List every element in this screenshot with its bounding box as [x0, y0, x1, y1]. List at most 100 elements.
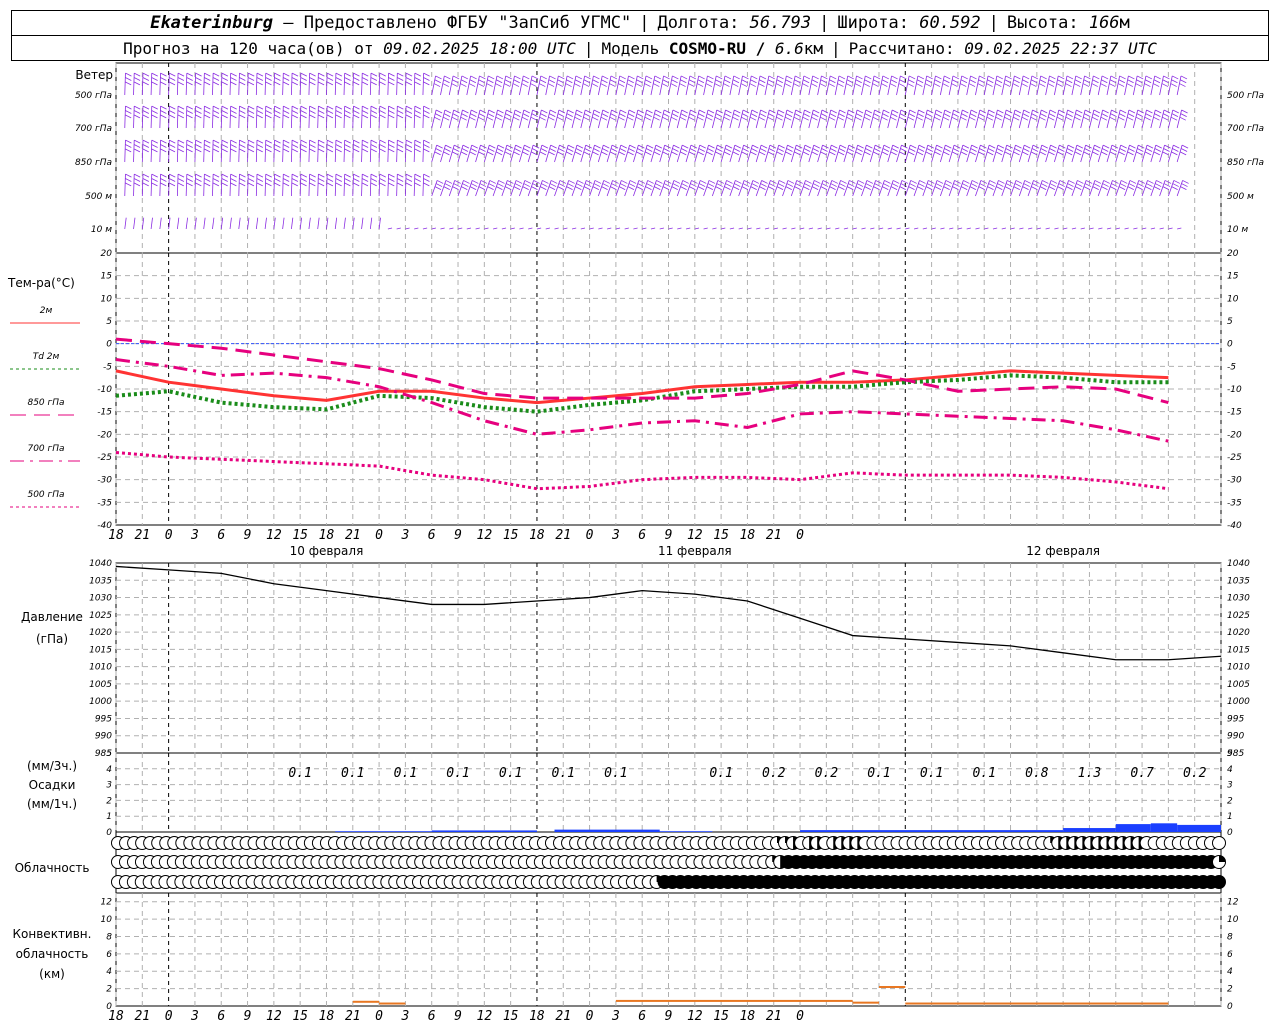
wind-barb-shaft: [238, 73, 240, 96]
wind-barb-feather: [370, 72, 378, 77]
wind-barb-feather: [969, 186, 977, 191]
wind-barb-shaft: [229, 106, 232, 129]
wind-barb-feather: [699, 109, 706, 114]
wind-barb-feather: [603, 180, 610, 184]
wind-barb-feather: [1067, 183, 1074, 187]
wind-barb: [168, 72, 176, 96]
wind-barb-shaft: [159, 174, 161, 197]
wind-barb-feather: [803, 75, 811, 80]
wind-barb-feather: [462, 109, 469, 114]
wind-barb-feather: [987, 148, 995, 152]
wind-barb-feather: [379, 72, 386, 77]
wind-barb-feather: [177, 114, 184, 119]
wind-barb-feather: [655, 183, 662, 187]
wind-barb-feather: [969, 151, 976, 156]
wind-barb: [413, 105, 422, 129]
wind-barb-feather: [978, 186, 985, 191]
wind-barb-shaft: [677, 227, 682, 230]
wind-barb-feather: [1041, 183, 1048, 187]
wind-barb-feather: [256, 72, 264, 77]
temp-ytick-left: -20: [97, 430, 112, 440]
wind-barb: [299, 105, 308, 129]
wind-barb-feather: [195, 178, 202, 182]
conv-ytick-right: 6: [1227, 950, 1233, 960]
wind-barb: [290, 139, 299, 163]
wind-barb-feather: [531, 75, 539, 80]
wind-barb-feather: [830, 75, 837, 80]
x-tick-label-bottom: 3: [611, 1009, 620, 1024]
wind-barb-feather: [488, 75, 495, 80]
wind-barb-feather: [1137, 109, 1144, 114]
precip-amount-label: 0.2: [762, 766, 786, 781]
wind-barb-feather: [582, 83, 590, 87]
wind-barb-feather: [405, 114, 412, 119]
wind-barb-feather: [1128, 109, 1136, 114]
x-tick-label-bottom: 18: [319, 1009, 335, 1024]
wind-barb-feather: [1163, 109, 1171, 114]
wind-barb: [835, 227, 840, 230]
wind-barb-feather: [1084, 113, 1091, 117]
wind-barb-feather: [777, 148, 784, 152]
wind-barb-feather: [681, 148, 688, 152]
wind-barb-feather: [654, 75, 661, 80]
wind-barb-shaft: [203, 217, 206, 230]
wind-barb-feather: [655, 109, 662, 114]
x-tick-label: 0: [586, 528, 594, 543]
wind-barb-feather: [566, 186, 573, 191]
wind-barb-shaft: [624, 227, 629, 230]
wind-level-label: 700 гПа: [75, 124, 112, 134]
wind-barb-feather: [1153, 79, 1161, 84]
wind-barb-feather: [326, 114, 334, 119]
wind-barb-feather: [396, 81, 404, 86]
wind-barb-feather: [777, 183, 785, 187]
x-tick-label-bottom: 9: [454, 1009, 462, 1024]
wind-barb-feather: [575, 75, 583, 80]
conv-ytick-right: 0: [1227, 1002, 1233, 1012]
conv-unit: (км): [39, 967, 65, 981]
wind-barb-feather: [1083, 116, 1090, 121]
wind-barb-feather: [935, 148, 942, 152]
wind-barb-feather: [872, 83, 879, 87]
wind-barb-feather: [1181, 109, 1188, 114]
wind-barb-feather: [733, 75, 740, 80]
wind-barb: [703, 75, 714, 96]
wind-barb-feather: [909, 109, 916, 114]
wind-barb: [255, 173, 264, 197]
wind-barb-feather: [593, 183, 601, 187]
wind-barb-feather: [212, 110, 220, 114]
wind-barb-feather: [1118, 186, 1126, 191]
wind-barb: [141, 173, 150, 197]
wind-barb-feather: [1066, 113, 1073, 117]
wind-barb-feather: [918, 109, 925, 114]
wind-barb-shaft: [220, 140, 223, 163]
wind-barb-feather: [239, 105, 246, 110]
wind-barb-feather: [1030, 151, 1038, 156]
wind-barb-feather: [577, 180, 584, 184]
wind-barb-feather: [1023, 148, 1030, 152]
wind-barb: [957, 75, 968, 96]
wind-barb-feather: [414, 148, 421, 153]
wind-barb: [861, 227, 866, 230]
wind-barb-feather: [752, 180, 760, 184]
press-ytick-left: 995: [95, 714, 112, 724]
x-tick-label-bottom: 21: [766, 1009, 782, 1024]
wind-barb-feather: [1014, 148, 1021, 152]
wind-barb: [317, 217, 320, 230]
wind-barb-feather: [891, 75, 898, 80]
wind-barb-feather: [291, 77, 299, 81]
wind-barb-shaft: [282, 140, 284, 163]
wind-barb-feather: [724, 186, 731, 191]
wind-barb-feather: [212, 144, 220, 148]
wind-barb-shaft: [343, 106, 346, 129]
wind-barb-feather: [195, 148, 202, 153]
wind-barb-feather: [568, 180, 575, 184]
wind-barb-feather: [291, 139, 299, 144]
wind-barb-feather: [522, 151, 529, 156]
wind-barb: [212, 72, 220, 96]
wind-barb-shaft: [887, 227, 893, 230]
wind-barb: [1089, 227, 1094, 230]
wind-barb-feather: [1039, 79, 1047, 84]
wind-barb-feather: [433, 83, 441, 87]
wind-barb-feather: [362, 72, 369, 77]
wind-barb: [905, 227, 910, 230]
